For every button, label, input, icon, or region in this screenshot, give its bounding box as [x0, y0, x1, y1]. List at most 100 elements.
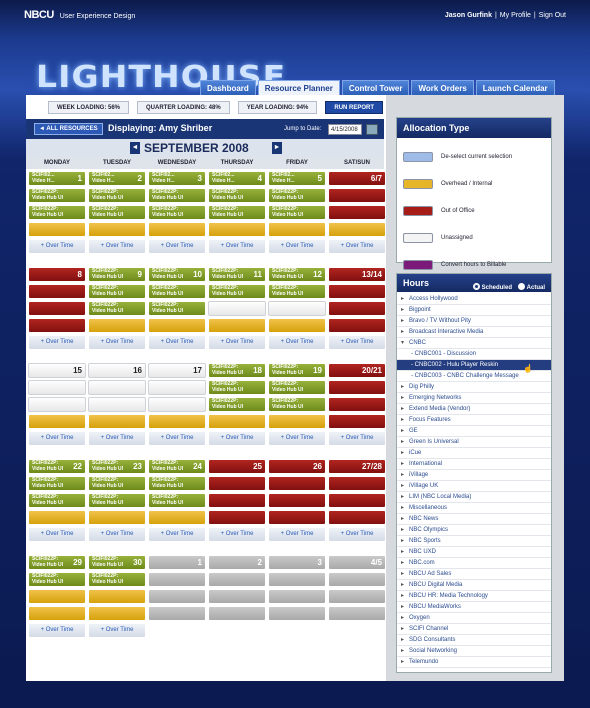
- over-time-button[interactable]: + Over Time: [208, 431, 266, 446]
- over-time-button[interactable]: + Over Time: [28, 335, 86, 350]
- over-time-button[interactable]: + Over Time: [268, 335, 326, 350]
- out-of-office-cell[interactable]: [328, 493, 386, 508]
- tab-launch-calendar[interactable]: Launch Calendar: [475, 80, 555, 96]
- hours-item[interactable]: CNBC: [397, 338, 551, 349]
- tab-work-orders[interactable]: Work Orders: [411, 80, 474, 96]
- allocation-cell[interactable]: SCIFI022P: Video Hub UI: [148, 205, 206, 220]
- hours-item[interactable]: SCIFI Channel: [397, 624, 551, 635]
- hours-item[interactable]: Green Is Universal: [397, 437, 551, 448]
- hours-item[interactable]: iCue: [397, 448, 551, 459]
- allocation-swatch[interactable]: [403, 260, 433, 270]
- over-time-button[interactable]: + Over Time: [88, 431, 146, 446]
- allocation-cell[interactable]: SCIFI022P: Video Hub UI: [148, 188, 206, 203]
- overhead-cell[interactable]: [88, 318, 146, 333]
- out-of-office-cell[interactable]: [328, 510, 386, 525]
- sign-out-link[interactable]: Sign Out: [539, 12, 566, 19]
- overhead-cell[interactable]: [208, 414, 266, 429]
- out-of-office-cell[interactable]: [28, 284, 86, 299]
- allocation-cell[interactable]: SCIFI022P: Video Hub UI: [28, 476, 86, 491]
- hours-item[interactable]: NBC.com: [397, 558, 551, 569]
- out-of-office-cell[interactable]: 6/7: [328, 171, 386, 186]
- over-time-button[interactable]: + Over Time: [148, 239, 206, 254]
- allocation-cell[interactable]: SCIFI02... Video H... 4: [208, 171, 266, 186]
- over-time-button[interactable]: + Over Time: [28, 623, 86, 638]
- hours-item[interactable]: Focus Features: [397, 415, 551, 426]
- hours-item[interactable]: NBC Olympics: [397, 525, 551, 536]
- allocation-cell[interactable]: SCIFI022P: Video Hub UI: [88, 572, 146, 587]
- overhead-cell[interactable]: [28, 606, 86, 621]
- allocation-cell[interactable]: SCIFI022P: Video Hub UI 22: [28, 459, 86, 474]
- overhead-cell[interactable]: [88, 606, 146, 621]
- overhead-cell[interactable]: [148, 414, 206, 429]
- hours-item[interactable]: NBC UXD: [397, 547, 551, 558]
- tab-resource-planner[interactable]: Resource Planner: [257, 80, 340, 96]
- allocation-cell[interactable]: SCIFI022P: Video Hub UI 24: [148, 459, 206, 474]
- allocation-cell[interactable]: SCIFI022P: Video Hub UI 11: [208, 267, 266, 282]
- overhead-cell[interactable]: [88, 222, 146, 237]
- out-of-office-cell[interactable]: [268, 493, 326, 508]
- run-report-button[interactable]: RUN REPORT: [325, 101, 384, 114]
- out-of-office-cell[interactable]: 27/28: [328, 459, 386, 474]
- my-profile-link[interactable]: My Profile: [500, 12, 531, 19]
- overhead-cell[interactable]: [268, 222, 326, 237]
- allocation-cell[interactable]: SCIFI022P: Video Hub UI: [88, 301, 146, 316]
- hours-item[interactable]: iVillage UK: [397, 481, 551, 492]
- allocation-cell[interactable]: SCIFI022P: Video Hub UI 12: [268, 267, 326, 282]
- over-time-button[interactable]: + Over Time: [268, 431, 326, 446]
- hours-item[interactable]: NBC News: [397, 514, 551, 525]
- tab-control-tower[interactable]: Control Tower: [341, 80, 410, 96]
- hours-item[interactable]: Bigpoint: [397, 305, 551, 316]
- allocation-cell[interactable]: SCIFI022P: Video Hub UI 18: [208, 363, 266, 378]
- hours-item[interactable]: LIM (NBC Local Media): [397, 492, 551, 503]
- over-time-button[interactable]: + Over Time: [328, 527, 386, 542]
- over-time-button[interactable]: + Over Time: [268, 239, 326, 254]
- unassigned-cell[interactable]: 17: [148, 363, 206, 378]
- out-of-office-cell[interactable]: [328, 205, 386, 220]
- out-of-office-cell[interactable]: [328, 414, 386, 429]
- allocation-cell[interactable]: SCIFI022P: Video Hub UI 23: [88, 459, 146, 474]
- out-of-office-cell[interactable]: [328, 284, 386, 299]
- unassigned-cell[interactable]: [148, 397, 206, 412]
- allocation-cell[interactable]: SCIFI022P: Video Hub UI: [28, 572, 86, 587]
- over-time-button[interactable]: + Over Time: [148, 431, 206, 446]
- over-time-button[interactable]: + Over Time: [28, 239, 86, 254]
- allocation-cell[interactable]: SCIFI022P: Video Hub UI: [268, 284, 326, 299]
- overhead-cell[interactable]: [148, 222, 206, 237]
- over-time-button[interactable]: + Over Time: [88, 527, 146, 542]
- allocation-swatch[interactable]: [403, 179, 433, 189]
- hours-item[interactable]: Broadcast Interactive Media: [397, 327, 551, 338]
- unassigned-cell[interactable]: [208, 301, 266, 316]
- hours-subitem[interactable]: - CNBC002 - Hulu Player Reskin ☝: [397, 360, 551, 373]
- out-of-office-cell[interactable]: [28, 301, 86, 316]
- allocation-cell[interactable]: SCIFI022P: Video Hub UI: [28, 493, 86, 508]
- hours-item[interactable]: NBC Sports: [397, 536, 551, 547]
- allocation-cell[interactable]: SCIFI022P: Video Hub UI: [208, 380, 266, 395]
- unassigned-cell[interactable]: [88, 397, 146, 412]
- allocation-cell[interactable]: SCIFI022P: Video Hub UI: [88, 476, 146, 491]
- over-time-button[interactable]: + Over Time: [28, 431, 86, 446]
- allocation-cell[interactable]: SCIFI022P: Video Hub UI: [148, 301, 206, 316]
- unassigned-cell[interactable]: 16: [88, 363, 146, 378]
- allocation-cell[interactable]: SCIFI022P: Video Hub UI: [268, 205, 326, 220]
- allocation-cell[interactable]: SCIFI022P: Video Hub UI: [208, 284, 266, 299]
- allocation-cell[interactable]: SCIFI022P: Video Hub UI: [148, 284, 206, 299]
- out-of-office-cell[interactable]: [28, 318, 86, 333]
- hours-item[interactable]: NBCU MediaWorks: [397, 602, 551, 613]
- hours-item[interactable]: NBCU Digital Media: [397, 580, 551, 591]
- overhead-cell[interactable]: [88, 414, 146, 429]
- overhead-cell[interactable]: [28, 589, 86, 604]
- over-time-button[interactable]: + Over Time: [88, 239, 146, 254]
- allocation-cell[interactable]: SCIFI022P: Video Hub UI: [88, 188, 146, 203]
- next-month-icon[interactable]: ►: [272, 142, 282, 154]
- allocation-cell[interactable]: SCIFI022P: Video Hub UI 29: [28, 555, 86, 570]
- out-of-office-cell[interactable]: [328, 188, 386, 203]
- out-of-office-cell[interactable]: [268, 510, 326, 525]
- over-time-button[interactable]: + Over Time: [268, 527, 326, 542]
- allocation-swatch[interactable]: [403, 206, 433, 216]
- calendar-icon[interactable]: [366, 124, 378, 135]
- allocation-cell[interactable]: SCIFI022P: Video Hub UI 19: [268, 363, 326, 378]
- out-of-office-cell[interactable]: [328, 476, 386, 491]
- out-of-office-cell[interactable]: 26: [268, 459, 326, 474]
- allocation-cell[interactable]: SCIFI022P: Video Hub UI: [208, 205, 266, 220]
- nbcu-logo[interactable]: NBCU User Experience Design: [24, 9, 135, 21]
